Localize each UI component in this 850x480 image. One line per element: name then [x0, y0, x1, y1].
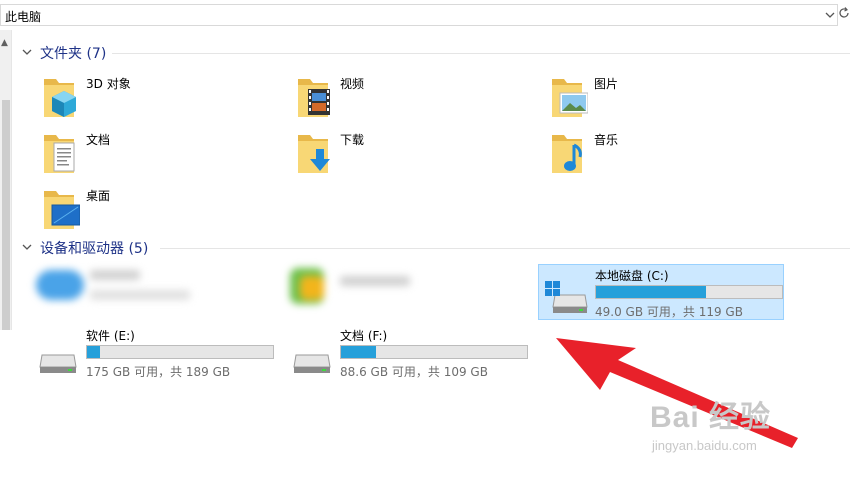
navigation-pane-scrollbar[interactable]: ▲: [0, 30, 12, 330]
drive-space-info: 175 GB 可用，共 189 GB: [86, 365, 231, 379]
drive-usage-bar: [86, 345, 274, 359]
drive-name: 文档 (F:): [340, 329, 388, 343]
drive-item-c[interactable]: 本地磁盘 (C:) 49.0 GB 可用，共 119 GB: [538, 264, 784, 320]
address-path: 此电脑: [5, 10, 42, 24]
drive-name: 软件 (E:): [86, 329, 135, 343]
watermark-title: Bai 经验: [650, 401, 772, 434]
folder-item-desktop[interactable]: 桌面: [40, 187, 240, 237]
folders-group-header[interactable]: 文件夹 (7): [22, 44, 106, 62]
drive-item-e[interactable]: 软件 (E:) 175 GB 可用，共 189 GB: [30, 325, 276, 381]
drive-usage-fill: [87, 346, 101, 358]
group-divider: [112, 53, 850, 54]
folder-label: 3D 对象: [86, 77, 131, 91]
folder-item-downloads[interactable]: 下载: [294, 131, 494, 181]
drive-item-f[interactable]: 文档 (F:) 88.6 GB 可用，共 109 GB: [284, 325, 530, 381]
folder-label: 桌面: [86, 189, 111, 203]
3d-objects-folder-icon: [44, 79, 76, 117]
folder-label: 文档: [86, 133, 111, 147]
folder-label: 音乐: [594, 133, 619, 147]
chevron-down-icon[interactable]: [22, 243, 32, 254]
drive-usage-fill: [596, 286, 706, 298]
drive-space-info: 49.0 GB 可用，共 119 GB: [595, 305, 743, 319]
watermark-subtitle: jingyan.baidu.com: [652, 438, 757, 453]
folder-label: 视频: [340, 77, 365, 91]
pictures-folder-icon: [552, 79, 588, 117]
drive-usage-bar: [340, 345, 528, 359]
group-divider: [160, 248, 850, 249]
devices-group-title: 设备和驱动器 (5): [40, 241, 149, 257]
music-folder-icon: [552, 135, 582, 173]
refresh-icon[interactable]: [838, 6, 850, 24]
address-bar: 此电脑: [0, 0, 850, 30]
folder-item-3d-objects[interactable]: 3D 对象: [40, 75, 240, 125]
devices-group-header[interactable]: 设备和驱动器 (5): [22, 239, 148, 257]
videos-folder-icon: [298, 79, 330, 117]
downloads-folder-icon: [298, 135, 330, 173]
drive-usage-bar: [595, 285, 783, 299]
address-field[interactable]: 此电脑: [0, 4, 838, 26]
folder-item-pictures[interactable]: 图片: [548, 75, 748, 125]
folder-item-music[interactable]: 音乐: [548, 131, 748, 181]
folder-label: 图片: [594, 77, 619, 91]
folders-group-title: 文件夹 (7): [40, 46, 107, 62]
drive-space-info: 88.6 GB 可用，共 109 GB: [340, 365, 488, 379]
drive-icon: [39, 354, 77, 373]
folder-label: 下载: [340, 133, 365, 147]
drive-usage-fill: [341, 346, 377, 358]
drive-icon: [293, 354, 331, 373]
blurred-device-item[interactable]: [30, 262, 230, 312]
chevron-down-icon[interactable]: [821, 5, 837, 25]
scroll-up-icon[interactable]: ▲: [1, 38, 8, 48]
folder-item-documents[interactable]: 文档: [40, 131, 240, 181]
windows-drive-icon: [545, 281, 588, 313]
desktop-folder-icon: [44, 191, 80, 229]
scrollbar-thumb[interactable]: [2, 100, 10, 330]
watermark: Bai 经验 jingyan.baidu.com: [650, 392, 850, 462]
documents-folder-icon: [44, 135, 75, 173]
blurred-device-item[interactable]: [284, 262, 484, 312]
folder-item-videos[interactable]: 视频: [294, 75, 494, 125]
drive-name: 本地磁盘 (C:): [595, 269, 669, 283]
chevron-down-icon[interactable]: [22, 48, 32, 59]
